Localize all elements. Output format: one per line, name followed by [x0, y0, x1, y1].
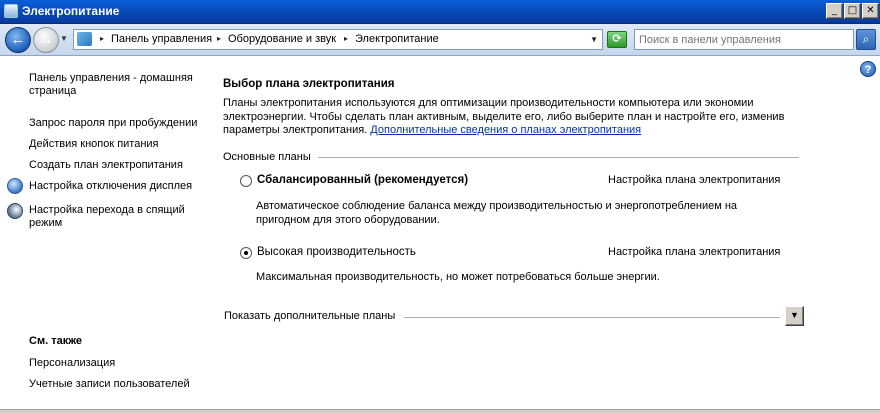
address-dropdown-icon[interactable]: ▼	[590, 35, 598, 44]
group-label-main-plans: Основные планы	[223, 151, 311, 163]
plan-balanced-description: Автоматическое соблюдение баланса между …	[256, 199, 786, 227]
search-field[interactable]	[634, 29, 854, 50]
close-button[interactable]: ✕	[862, 3, 879, 19]
expand-plans-button[interactable]: ▼	[785, 306, 804, 326]
back-arrow-icon: ←	[10, 31, 26, 48]
plan-high-performance-label[interactable]: Высокая производительность	[257, 246, 416, 258]
description-line: электроэнергии. Чтобы сделать план актив…	[223, 110, 785, 123]
title-bar: Электропитание _ □ ✕	[0, 0, 880, 24]
plan-high-performance-settings-link[interactable]: Настройка плана электропитания	[608, 246, 780, 258]
plan-high-performance-description: Максимальная производительность, но може…	[256, 271, 660, 283]
left-pane: Панель управления - домашняя страница За…	[0, 57, 210, 409]
maximize-button[interactable]: □	[844, 3, 861, 19]
description-line: Планы электропитания используются для оп…	[223, 97, 754, 109]
sidebar-item-power-buttons[interactable]: Действия кнопок питания	[29, 138, 159, 151]
sidebar-item-user-accounts[interactable]: Учетные записи пользователей	[29, 378, 190, 391]
group-divider	[318, 157, 799, 158]
plan-high-performance: Высокая производительность Настройка пла…	[240, 246, 800, 262]
back-button[interactable]: ←	[5, 27, 31, 53]
refresh-button[interactable]: ⟳	[607, 31, 627, 48]
search-input[interactable]	[637, 31, 851, 48]
power-options-icon	[4, 4, 18, 18]
forward-arrow-icon: →	[38, 31, 54, 48]
page-description: Планы электропитания используются для оп…	[223, 97, 803, 138]
sidebar-item-display-off[interactable]: Настройка отключения дисплея	[29, 180, 192, 193]
control-panel-icon	[77, 32, 92, 46]
sidebar-item-home[interactable]: Панель управления - домашняя страница	[29, 72, 193, 98]
search-icon: ⌕	[862, 32, 870, 46]
sidebar-item-wake-password[interactable]: Запрос пароля при пробуждении	[29, 117, 197, 130]
sidebar-item-label: Настройка перехода в спящий	[29, 204, 185, 216]
plan-description-line: пригодном для этого оборудовании.	[256, 214, 440, 226]
show-more-plans-label[interactable]: Показать дополнительные планы	[224, 310, 395, 322]
sidebar-item-label: Панель управления - домашняя	[29, 72, 193, 84]
search-button[interactable]: ⌕	[856, 29, 876, 50]
plan-balanced-label[interactable]: Сбалансированный (рекомендуется)	[257, 174, 468, 186]
address-bar[interactable]: ▸ Панель управления ▸ Оборудование и зву…	[73, 29, 603, 50]
navigation-bar: ← → ▼ ▸ Панель управления ▸ Оборудование…	[0, 24, 880, 56]
window-title: Электропитание	[22, 4, 120, 18]
see-also-heading: См. также	[29, 335, 82, 347]
page-title: Выбор плана электропитания	[223, 78, 395, 90]
forward-button[interactable]: →	[33, 27, 59, 53]
breadcrumb-arrow-icon[interactable]: ▸	[217, 34, 221, 43]
plan-balanced: Сбалансированный (рекомендуется) Настрой…	[240, 174, 800, 190]
sidebar-item-personalization[interactable]: Персонализация	[29, 357, 115, 370]
window-bottom-border	[0, 409, 880, 413]
breadcrumb-power-options[interactable]: Электропитание	[355, 33, 439, 45]
breadcrumb-hardware-sound[interactable]: Оборудование и звук	[228, 33, 336, 45]
display-clock-icon	[7, 178, 23, 194]
sidebar-item-label: страница	[29, 85, 77, 97]
sidebar-item-sleep[interactable]: Настройка перехода в спящий режим	[29, 204, 185, 230]
minimize-button[interactable]: _	[826, 3, 843, 19]
help-icon[interactable]: ?	[860, 61, 876, 77]
description-text: параметры электропитания.	[223, 124, 368, 136]
more-info-link[interactable]: Дополнительные сведения о планах электро…	[370, 124, 641, 136]
breadcrumb-arrow-icon[interactable]: ▸	[344, 34, 348, 43]
sidebar-item-create-plan[interactable]: Создать план электропитания	[29, 159, 183, 172]
plan-high-performance-radio[interactable]	[240, 247, 252, 259]
plan-balanced-settings-link[interactable]: Настройка плана электропитания	[608, 174, 780, 186]
description-line: параметры электропитания. Дополнительные…	[223, 124, 803, 138]
recent-pages-chevron-icon[interactable]: ▼	[60, 34, 68, 43]
chevron-down-icon: ▼	[790, 310, 799, 320]
show-more-divider	[404, 317, 780, 318]
refresh-icon: ⟳	[612, 33, 622, 45]
sidebar-item-label: режим	[29, 217, 63, 229]
plan-balanced-radio[interactable]	[240, 175, 252, 187]
breadcrumb-arrow-icon[interactable]: ▸	[100, 34, 104, 43]
plan-description-line: Автоматическое соблюдение баланса между …	[256, 200, 738, 212]
breadcrumb-control-panel[interactable]: Панель управления	[111, 33, 212, 45]
sleep-moon-icon	[7, 203, 23, 219]
